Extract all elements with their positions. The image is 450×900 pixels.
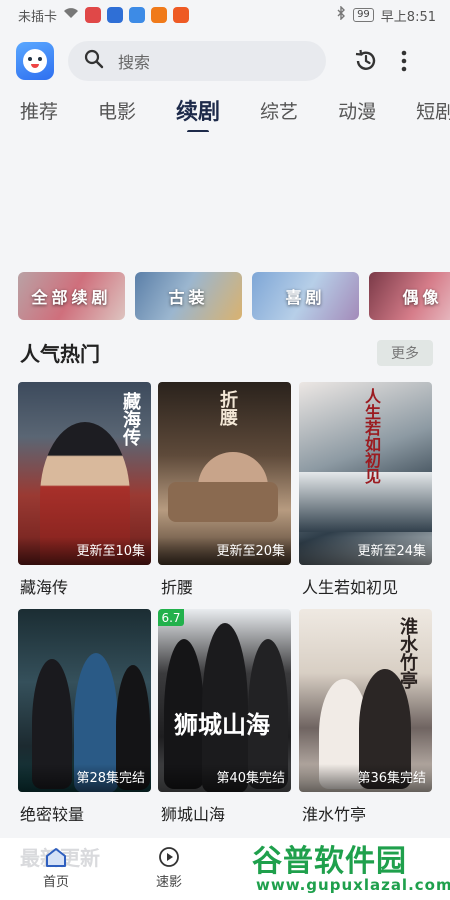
- episode-status: 第40集完结: [158, 764, 291, 792]
- nav-label: 首页: [42, 875, 69, 890]
- chip-label: 全部续剧: [31, 288, 112, 307]
- carrier-text: 未插卡: [18, 9, 58, 25]
- poster-title-art: 狮城山海: [174, 710, 270, 739]
- poster-title-art: 淮水竹亭: [397, 617, 418, 689]
- chip-comedy[interactable]: 喜剧: [252, 272, 359, 320]
- more-menu-button[interactable]: [394, 47, 414, 75]
- tab-short-drama[interactable]: 短剧: [416, 97, 450, 124]
- poster-card[interactable]: 淮水竹亭 第36集完结: [299, 609, 432, 792]
- battery-indicator: 99: [353, 8, 374, 22]
- poster-card[interactable]: 6.7 狮城山海 第40集完结: [158, 609, 291, 792]
- history-button[interactable]: [352, 47, 380, 75]
- status-right: 99 早上8:51: [336, 5, 436, 25]
- app-screen: 未插卡 99 早上8:51 搜索 推荐 电影 续剧 综艺 动漫 短剧 全部续剧 …: [0, 0, 450, 900]
- nav-label: 速影: [155, 875, 182, 890]
- search-icon: [84, 49, 104, 73]
- more-vertical-icon: [401, 50, 407, 72]
- status-bar: 未插卡 99 早上8:51: [0, 0, 450, 30]
- wifi-icon: [63, 7, 79, 23]
- poster-card[interactable]: 藏海传 更新至10集: [18, 382, 151, 565]
- nav-home[interactable]: 首页: [26, 846, 86, 890]
- app-logo[interactable]: [16, 42, 54, 80]
- poster-card[interactable]: 人生若如初见 更新至24集: [299, 382, 432, 565]
- poster-title[interactable]: 狮城山海: [161, 801, 225, 825]
- poster-title[interactable]: 折腰: [161, 574, 193, 598]
- shield-notification-icon: [107, 7, 124, 23]
- tab-series[interactable]: 续剧: [176, 94, 220, 132]
- episode-status: 第36集完结: [299, 764, 432, 792]
- watermark-url: www.gupuxlazal.com: [256, 876, 450, 894]
- tab-variety[interactable]: 综艺: [260, 97, 298, 124]
- tab-anime[interactable]: 动漫: [338, 97, 376, 124]
- episode-status: 更新至20集: [158, 537, 291, 565]
- poster-card[interactable]: 折腰 更新至20集: [158, 382, 291, 565]
- chip-all-series[interactable]: 全部续剧: [18, 272, 125, 320]
- history-icon: [355, 49, 376, 70]
- browser-notification-icon: [129, 7, 146, 23]
- shop2-notification-icon: [173, 7, 190, 23]
- category-tabs: 推荐 电影 续剧 综艺 动漫 短剧: [0, 88, 450, 132]
- shop-notification-icon: [151, 7, 168, 23]
- episode-status: 更新至10集: [18, 537, 151, 565]
- poster-figure: [168, 482, 278, 522]
- poster-title[interactable]: 淮水竹亭: [302, 801, 366, 825]
- poster-card[interactable]: 第28集完结: [18, 609, 151, 792]
- genre-chips: 全部续剧 古装 喜剧 偶像: [18, 272, 450, 320]
- poster-title-art: 人生若如初见: [362, 388, 381, 484]
- watermark-logo-text: 谷普软件园: [252, 844, 407, 879]
- home-icon: [46, 848, 66, 867]
- poster-title-art: 折腰: [217, 390, 238, 426]
- bluetooth-icon: [336, 5, 346, 24]
- search-placeholder: 搜索: [118, 53, 151, 72]
- poster-title[interactable]: 人生若如初见: [302, 574, 398, 598]
- nav-quick-video[interactable]: 速影: [139, 846, 199, 890]
- chip-label: 偶像: [402, 288, 443, 307]
- chip-label: 喜剧: [285, 288, 326, 307]
- score-badge: 6.7: [158, 609, 184, 626]
- poster-title[interactable]: 绝密较量: [20, 801, 84, 825]
- section-title: 人气热门: [20, 342, 100, 366]
- poster-title-art: 藏海传: [120, 392, 141, 446]
- chip-costume[interactable]: 古装: [135, 272, 242, 320]
- episode-status: 第28集完结: [18, 764, 151, 792]
- status-left: 未插卡: [18, 6, 190, 25]
- chip-label: 古装: [168, 288, 209, 307]
- app-notification-icon: [85, 7, 102, 23]
- play-circle-icon: [159, 847, 179, 867]
- chip-idol[interactable]: 偶像: [369, 272, 450, 320]
- more-button[interactable]: 更多: [377, 340, 433, 366]
- tab-recommend[interactable]: 推荐: [20, 97, 58, 124]
- top-header: 搜索: [0, 36, 450, 86]
- episode-status: 更新至24集: [299, 537, 432, 565]
- logo-mascot-icon: [23, 49, 47, 73]
- tab-movies[interactable]: 电影: [98, 97, 136, 124]
- search-bar[interactable]: 搜索: [68, 41, 326, 81]
- clock-text: 早上8:51: [380, 9, 436, 25]
- poster-title[interactable]: 藏海传: [20, 574, 68, 598]
